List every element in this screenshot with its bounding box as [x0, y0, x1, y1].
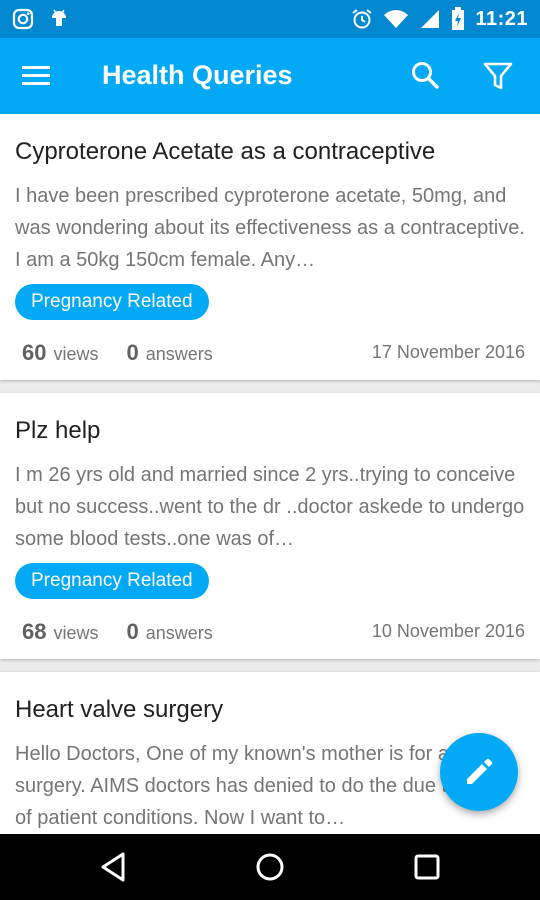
query-date: 10 November 2016	[371, 621, 525, 641]
answers-count: 0	[126, 619, 139, 644]
query-date: 17 November 2016	[371, 342, 525, 362]
back-icon	[101, 852, 125, 882]
back-button[interactable]	[98, 851, 130, 883]
query-stats: 68 views 0 answers	[22, 619, 213, 645]
views-label: views	[53, 623, 99, 643]
query-title: Cyproterone Acetate as a contraceptive	[15, 138, 436, 165]
status-time: 11:21	[475, 7, 528, 30]
query-title: Plz help	[15, 417, 101, 444]
query-card[interactable]: Plz help I m 26 yrs old and married sinc…	[0, 393, 540, 659]
battery-icon	[452, 7, 465, 30]
answers-count: 0	[126, 340, 139, 365]
answers-label: answers	[145, 344, 213, 364]
alarm-icon	[352, 9, 373, 29]
page-title: Health Queries	[102, 60, 293, 90]
query-excerpt: I have been prescribed cyproterone aceta…	[15, 185, 525, 271]
views-label: views	[53, 344, 99, 364]
signal-icon	[421, 10, 440, 28]
app-bar: Health Queries	[0, 38, 540, 114]
status-bar: 11:21	[0, 0, 540, 38]
query-excerpt: I m 26 yrs old and married since 2 yrs..…	[15, 464, 525, 550]
recents-button[interactable]	[411, 851, 443, 883]
search-icon	[412, 62, 439, 89]
query-title: Heart valve surgery	[15, 696, 224, 723]
query-feed[interactable]: Cyproterone Acetate as a contraceptive I…	[0, 114, 540, 834]
menu-icon	[22, 66, 50, 85]
views-count: 68	[22, 619, 47, 644]
filter-icon	[483, 62, 513, 90]
instagram-icon	[12, 8, 34, 30]
android-icon	[52, 9, 66, 26]
search-button[interactable]	[410, 60, 444, 94]
home-button[interactable]	[254, 851, 286, 883]
filter-button[interactable]	[482, 60, 518, 96]
recents-icon	[414, 854, 440, 880]
query-stats: 60 views 0 answers	[22, 340, 213, 366]
query-card[interactable]: Cyproterone Acetate as a contraceptive I…	[0, 114, 540, 380]
category-tag[interactable]: Pregnancy Related	[15, 284, 209, 320]
answers-label: answers	[145, 623, 213, 643]
menu-button[interactable]	[22, 60, 58, 92]
home-icon	[256, 853, 284, 881]
system-nav-bar	[0, 834, 540, 900]
compose-query-button[interactable]	[440, 733, 518, 811]
category-tag[interactable]: Pregnancy Related	[15, 563, 209, 599]
wifi-icon	[384, 10, 409, 28]
views-count: 60	[22, 340, 47, 365]
edit-pencil-icon	[467, 758, 493, 784]
